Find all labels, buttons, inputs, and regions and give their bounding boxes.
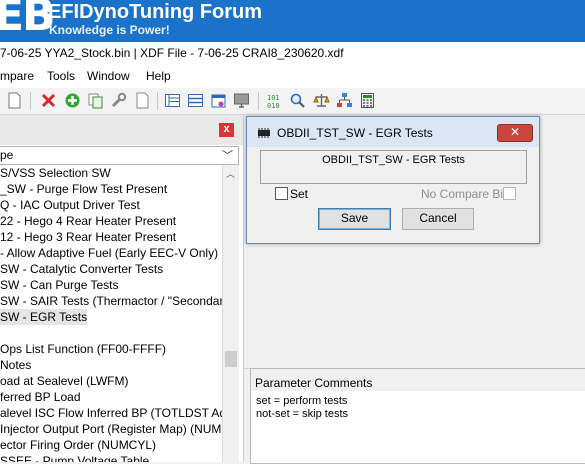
scrollbar-thumb[interactable] bbox=[225, 351, 237, 367]
new-doc-icon[interactable] bbox=[6, 92, 23, 109]
hierarchy-icon[interactable] bbox=[336, 92, 353, 109]
view-table-icon[interactable] bbox=[187, 92, 204, 109]
menu-window[interactable]: Window bbox=[87, 69, 130, 83]
type-filter-value: pe bbox=[0, 148, 14, 162]
list-item[interactable]: SW - Catalytic Converter Tests bbox=[0, 261, 163, 277]
menu-bar: mpare Tools Window Help bbox=[0, 66, 585, 88]
parameter-comments-panel: Parameter Comments set = perform tests n… bbox=[250, 368, 585, 464]
wrench-icon[interactable] bbox=[110, 92, 127, 109]
set-checkbox[interactable] bbox=[275, 187, 288, 200]
no-compare-bin-checkbox bbox=[503, 187, 516, 200]
page-icon[interactable] bbox=[134, 92, 151, 109]
list-item[interactable]: Notes bbox=[0, 357, 31, 373]
list-scrollbar[interactable]: ︿ bbox=[222, 165, 239, 462]
menu-tools[interactable]: Tools bbox=[47, 69, 75, 83]
cancel-button[interactable]: Cancel bbox=[402, 208, 474, 230]
delete-icon[interactable] bbox=[40, 92, 57, 109]
list-item[interactable]: oad at Sealevel (LWFM) bbox=[0, 373, 129, 389]
binary-icon[interactable]: 101 010 bbox=[266, 92, 283, 109]
toolbar: 101 010 bbox=[0, 88, 585, 115]
parameter-dialog: OBDII_TST_SW - EGR Tests ✕ OBDII_TST_SW … bbox=[246, 116, 540, 244]
close-panel-button[interactable]: x bbox=[219, 123, 234, 137]
dialog-title: OBDII_TST_SW - EGR Tests bbox=[277, 126, 433, 140]
list-item[interactable]: ferred BP Load bbox=[0, 389, 81, 405]
calculator-icon[interactable] bbox=[359, 92, 376, 109]
svg-text:010: 010 bbox=[267, 102, 280, 109]
list-item[interactable]: S/VSS Selection SW bbox=[0, 165, 111, 181]
set-checkbox-label[interactable]: Set bbox=[290, 187, 308, 201]
menu-compare[interactable]: mpare bbox=[0, 69, 34, 83]
list-item[interactable]: _SW - Purge Flow Test Present bbox=[0, 181, 167, 197]
search-icon[interactable] bbox=[289, 92, 306, 109]
menu-help[interactable]: Help bbox=[146, 69, 171, 83]
list-item[interactable]: - Allow Adaptive Fuel (Early EEC-V Only) bbox=[0, 245, 218, 261]
svg-text:101: 101 bbox=[267, 94, 280, 102]
no-compare-bin-label: No Compare Bin bbox=[421, 187, 510, 201]
view-list-icon[interactable] bbox=[164, 92, 181, 109]
compare-scale-icon[interactable] bbox=[313, 92, 330, 109]
save-button[interactable]: Save bbox=[318, 208, 391, 230]
list-item[interactable]: 12 - Hego 3 Rear Heater Present bbox=[0, 229, 176, 245]
close-dialog-button[interactable]: ✕ bbox=[497, 124, 533, 142]
window-title: 7-06-25 YYA2_Stock.bin | XDF File - 7-06… bbox=[0, 42, 585, 66]
list-item[interactable]: alevel ISC Flow Inferred BP (TOTLDST Add… bbox=[0, 405, 222, 421]
type-filter-select[interactable]: pe ﹀ bbox=[0, 146, 239, 165]
list-item[interactable]: SW - Can Purge Tests bbox=[0, 277, 119, 293]
chevron-up-icon[interactable]: ︿ bbox=[226, 167, 235, 180]
comments-header: Parameter Comments bbox=[251, 369, 585, 391]
list-item[interactable]: SW - SAIR Tests (Thermactor / "Secondary… bbox=[0, 293, 222, 309]
comment-line: not-set = skip tests bbox=[256, 408, 349, 420]
calendar-icon[interactable] bbox=[210, 92, 227, 109]
list-item-selected[interactable]: SW - EGR Tests bbox=[0, 309, 88, 325]
list-item[interactable]: Ops List Function (FF00-FFFF) bbox=[0, 341, 166, 357]
monitor-icon[interactable] bbox=[233, 92, 250, 109]
panel-header: x bbox=[0, 115, 243, 145]
comment-line: set = perform tests bbox=[256, 395, 348, 407]
list-item[interactable]: Q - IAC Output Driver Test bbox=[0, 197, 140, 213]
parameter-name-label: OBDII_TST_SW - EGR Tests bbox=[260, 150, 527, 184]
list-item[interactable]: SSEE - Pump Voltage Table bbox=[0, 453, 149, 462]
list-item[interactable]: 22 - Hego 4 Rear Heater Present bbox=[0, 213, 176, 229]
forum-banner: EB EFIDynoTuning Forum Knowledge is Powe… bbox=[0, 0, 585, 42]
list-item[interactable]: Injector Output Port (Register Map) (NUM… bbox=[0, 421, 222, 437]
banner-tagline: Knowledge is Power! bbox=[49, 23, 170, 37]
copy-icon[interactable] bbox=[87, 92, 104, 109]
comments-title: Parameter Comments bbox=[255, 376, 373, 390]
parameter-list-panel: x pe ﹀ S/VSS Selection SW _SW - Purge Flo… bbox=[0, 115, 244, 462]
dialog-titlebar[interactable]: OBDII_TST_SW - EGR Tests ✕ bbox=[247, 117, 539, 147]
list-item[interactable]: ector Firing Order (NUMCYL) bbox=[0, 437, 156, 453]
chevron-down-icon: ﹀ bbox=[222, 150, 233, 162]
forum-logo: EB bbox=[0, 0, 56, 41]
add-icon[interactable] bbox=[64, 92, 81, 109]
parameter-list: S/VSS Selection SW _SW - Purge Flow Test … bbox=[0, 165, 222, 462]
chip-icon bbox=[257, 127, 271, 138]
banner-title[interactable]: EFIDynoTuning Forum bbox=[48, 1, 262, 24]
